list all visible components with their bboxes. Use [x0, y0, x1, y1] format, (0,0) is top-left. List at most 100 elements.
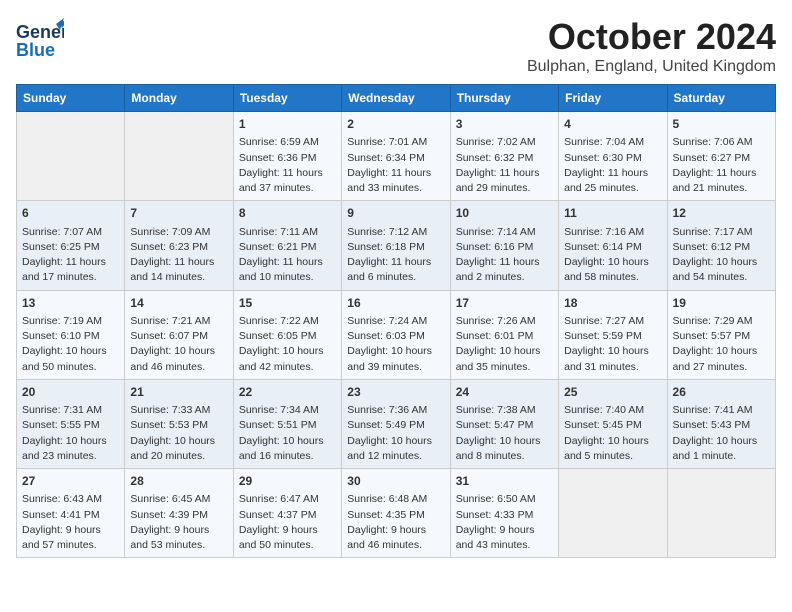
month-title: October 2024 — [527, 16, 776, 58]
week-row-3: 13Sunrise: 7:19 AMSunset: 6:10 PMDayligh… — [17, 290, 776, 379]
day-info: Sunrise: 7:34 AM — [239, 403, 336, 418]
day-number: 28 — [130, 473, 227, 490]
day-cell: 5Sunrise: 7:06 AMSunset: 6:27 PMDaylight… — [667, 112, 775, 201]
day-cell: 20Sunrise: 7:31 AMSunset: 5:55 PMDayligh… — [17, 379, 125, 468]
day-cell — [125, 112, 233, 201]
day-cell: 28Sunrise: 6:45 AMSunset: 4:39 PMDayligh… — [125, 469, 233, 558]
svg-text:Blue: Blue — [16, 40, 55, 60]
day-info: Daylight: 10 hours and 58 minutes. — [564, 255, 661, 285]
day-info: Sunrise: 7:06 AM — [673, 135, 770, 150]
day-number: 22 — [239, 384, 336, 401]
day-number: 15 — [239, 295, 336, 312]
day-info: Sunset: 5:55 PM — [22, 418, 119, 433]
day-cell: 19Sunrise: 7:29 AMSunset: 5:57 PMDayligh… — [667, 290, 775, 379]
day-cell: 7Sunrise: 7:09 AMSunset: 6:23 PMDaylight… — [125, 201, 233, 290]
day-info: Sunrise: 6:43 AM — [22, 492, 119, 507]
day-info: Daylight: 10 hours and 39 minutes. — [347, 344, 444, 374]
header-cell-monday: Monday — [125, 85, 233, 112]
day-number: 8 — [239, 205, 336, 222]
week-row-4: 20Sunrise: 7:31 AMSunset: 5:55 PMDayligh… — [17, 379, 776, 468]
header-cell-thursday: Thursday — [450, 85, 558, 112]
day-info: Daylight: 9 hours and 43 minutes. — [456, 523, 553, 553]
day-cell: 2Sunrise: 7:01 AMSunset: 6:34 PMDaylight… — [342, 112, 450, 201]
day-cell: 30Sunrise: 6:48 AMSunset: 4:35 PMDayligh… — [342, 469, 450, 558]
day-number: 12 — [673, 205, 770, 222]
day-info: Sunset: 5:43 PM — [673, 418, 770, 433]
day-info: Sunrise: 7:31 AM — [22, 403, 119, 418]
day-info: Daylight: 10 hours and 5 minutes. — [564, 434, 661, 464]
header-cell-friday: Friday — [559, 85, 667, 112]
day-cell: 12Sunrise: 7:17 AMSunset: 6:12 PMDayligh… — [667, 201, 775, 290]
day-info: Sunrise: 7:38 AM — [456, 403, 553, 418]
day-info: Sunset: 6:05 PM — [239, 329, 336, 344]
day-cell: 13Sunrise: 7:19 AMSunset: 6:10 PMDayligh… — [17, 290, 125, 379]
logo: General Blue — [16, 16, 64, 69]
day-info: Daylight: 9 hours and 50 minutes. — [239, 523, 336, 553]
logo-icon: General Blue — [16, 16, 64, 69]
day-number: 3 — [456, 116, 553, 133]
day-cell — [667, 469, 775, 558]
day-info: Sunrise: 7:33 AM — [130, 403, 227, 418]
day-info: Sunset: 4:37 PM — [239, 508, 336, 523]
day-cell: 9Sunrise: 7:12 AMSunset: 6:18 PMDaylight… — [342, 201, 450, 290]
day-number: 13 — [22, 295, 119, 312]
day-info: Sunset: 4:33 PM — [456, 508, 553, 523]
day-info: Sunrise: 7:17 AM — [673, 225, 770, 240]
day-cell: 3Sunrise: 7:02 AMSunset: 6:32 PMDaylight… — [450, 112, 558, 201]
day-number: 18 — [564, 295, 661, 312]
day-info: Daylight: 10 hours and 27 minutes. — [673, 344, 770, 374]
day-cell: 23Sunrise: 7:36 AMSunset: 5:49 PMDayligh… — [342, 379, 450, 468]
day-info: Sunrise: 7:27 AM — [564, 314, 661, 329]
day-info: Daylight: 11 hours and 25 minutes. — [564, 166, 661, 196]
day-cell — [559, 469, 667, 558]
day-info: Daylight: 9 hours and 57 minutes. — [22, 523, 119, 553]
day-info: Daylight: 11 hours and 21 minutes. — [673, 166, 770, 196]
week-row-2: 6 Sunrise: 7:07 AMSunset: 6:25 PM Daylight… — [17, 201, 776, 290]
location-title: Bulphan, England, United Kingdom — [527, 58, 776, 76]
header-cell-saturday: Saturday — [667, 85, 775, 112]
day-info: Sunset: 6:16 PM — [456, 240, 553, 255]
day-info: Sunset: 5:49 PM — [347, 418, 444, 433]
day-number: 6 — [22, 205, 119, 222]
day-info: Daylight: 10 hours and 12 minutes. — [347, 434, 444, 464]
day-info: Sunset: 5:47 PM — [456, 418, 553, 433]
day-info: Sunset: 6:32 PM — [456, 151, 553, 166]
day-number: 26 — [673, 384, 770, 401]
day-cell: 26Sunrise: 7:41 AMSunset: 5:43 PMDayligh… — [667, 379, 775, 468]
day-info: Sunrise: 7:41 AM — [673, 403, 770, 418]
day-number: 17 — [456, 295, 553, 312]
day-number: 7 — [130, 205, 227, 222]
day-info: Daylight: 11 hours and 6 minutes. — [347, 255, 444, 285]
day-cell: 17Sunrise: 7:26 AMSunset: 6:01 PMDayligh… — [450, 290, 558, 379]
day-info: Sunrise: 7:04 AM — [564, 135, 661, 150]
day-info: Sunrise: 7:07 AM — [22, 225, 119, 240]
day-info: Sunset: 6:30 PM — [564, 151, 661, 166]
day-info: Sunset: 6:03 PM — [347, 329, 444, 344]
day-number: 10 — [456, 205, 553, 222]
day-info: Sunrise: 7:21 AM — [130, 314, 227, 329]
day-info: Sunrise: 6:47 AM — [239, 492, 336, 507]
day-cell — [17, 112, 125, 201]
calendar-body: 1Sunrise: 6:59 AMSunset: 6:36 PMDaylight… — [17, 112, 776, 558]
day-cell: 21Sunrise: 7:33 AMSunset: 5:53 PMDayligh… — [125, 379, 233, 468]
day-info: Sunrise: 7:11 AM — [239, 225, 336, 240]
day-info: Sunrise: 7:24 AM — [347, 314, 444, 329]
day-info: Sunset: 6:36 PM — [239, 151, 336, 166]
day-info: Sunrise: 7:19 AM — [22, 314, 119, 329]
day-cell: 16Sunrise: 7:24 AMSunset: 6:03 PMDayligh… — [342, 290, 450, 379]
day-info: Sunrise: 7:02 AM — [456, 135, 553, 150]
day-info: Sunrise: 7:16 AM — [564, 225, 661, 240]
day-info: Daylight: 10 hours and 35 minutes. — [456, 344, 553, 374]
day-info: Sunrise: 7:14 AM — [456, 225, 553, 240]
day-info: Daylight: 10 hours and 16 minutes. — [239, 434, 336, 464]
day-cell: 10Sunrise: 7:14 AMSunset: 6:16 PMDayligh… — [450, 201, 558, 290]
day-number: 2 — [347, 116, 444, 133]
day-cell: 29 Sunrise: 6:47 AMSunset: 4:37 PMDayligh… — [233, 469, 341, 558]
day-number: 29 — [239, 473, 336, 490]
day-info: Sunset: 6:25 PM — [22, 240, 119, 255]
day-number: 9 — [347, 205, 444, 222]
day-info: Sunrise: 6:45 AM — [130, 492, 227, 507]
day-info: Sunset: 6:14 PM — [564, 240, 661, 255]
day-cell: 1Sunrise: 6:59 AMSunset: 6:36 PMDaylight… — [233, 112, 341, 201]
day-cell: 8Sunrise: 7:11 AMSunset: 6:21 PMDaylight… — [233, 201, 341, 290]
